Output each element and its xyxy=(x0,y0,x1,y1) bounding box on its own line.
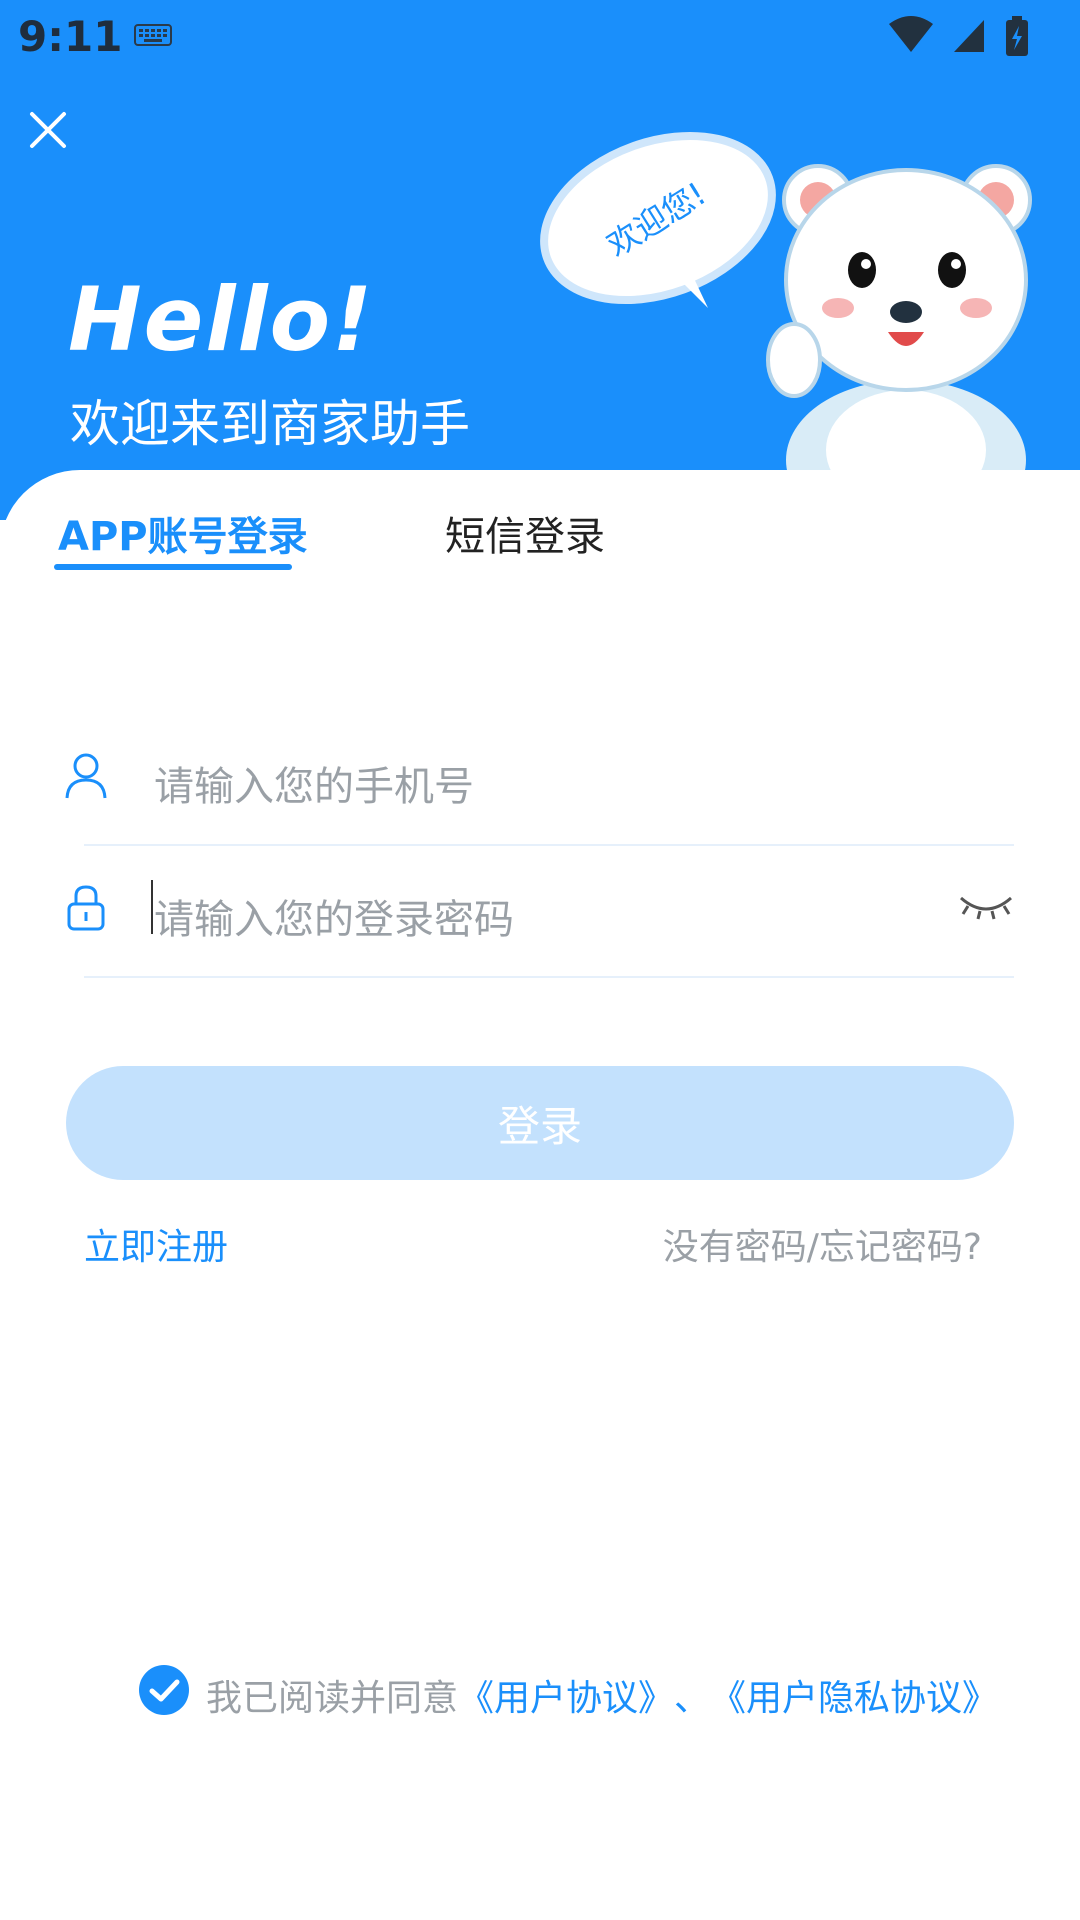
agreement-separator: 、 xyxy=(674,1677,711,1719)
register-link[interactable]: 立即注册 xyxy=(84,1218,228,1270)
tab-sms-login[interactable]: 短信登录 xyxy=(445,504,605,562)
agreement-checkbox[interactable] xyxy=(138,1664,190,1725)
close-icon xyxy=(30,112,66,148)
phone-input[interactable]: 请输入您的手机号 xyxy=(154,754,474,812)
active-tab-indicator xyxy=(54,564,292,570)
text-caret xyxy=(151,880,153,934)
privacy-agreement-link[interactable]: 《用户隐私协议》 xyxy=(710,1669,998,1721)
status-bar: 9:11 xyxy=(0,0,1080,72)
signal-icon xyxy=(954,20,984,52)
bear-mascot xyxy=(766,160,1046,540)
hello-title: Hello! xyxy=(68,268,375,371)
user-agreement-link[interactable]: 《用户协议》 xyxy=(458,1669,674,1721)
close-button[interactable] xyxy=(26,108,70,152)
password-input[interactable]: 请输入您的登录密码 xyxy=(154,887,514,945)
keyboard-icon xyxy=(134,24,172,50)
check-icon xyxy=(139,1665,189,1715)
welcome-text: 欢迎来到商家助手 xyxy=(70,395,470,453)
password-divider xyxy=(84,976,1014,978)
lock-icon xyxy=(66,884,106,936)
wifi-icon xyxy=(889,16,933,52)
agreement-row: 我已阅读并同意 《用户协议》 、 《用户隐私协议》 xyxy=(138,1664,998,1725)
eye-closed-icon[interactable] xyxy=(958,892,1014,926)
battery-icon xyxy=(1006,16,1028,56)
login-button[interactable]: 登录 xyxy=(66,1066,1014,1180)
user-icon xyxy=(64,752,108,804)
phone-divider xyxy=(84,844,1014,846)
status-time: 9:11 xyxy=(18,12,123,61)
forgot-password-link[interactable]: 没有密码/忘记密码? xyxy=(663,1218,982,1270)
welcome-bubble: 欢迎您! xyxy=(530,130,790,334)
agreement-prefix: 我已阅读并同意 xyxy=(206,1677,459,1719)
tab-app-account-login[interactable]: APP账号登录 xyxy=(58,504,308,562)
status-icons xyxy=(884,14,1064,62)
